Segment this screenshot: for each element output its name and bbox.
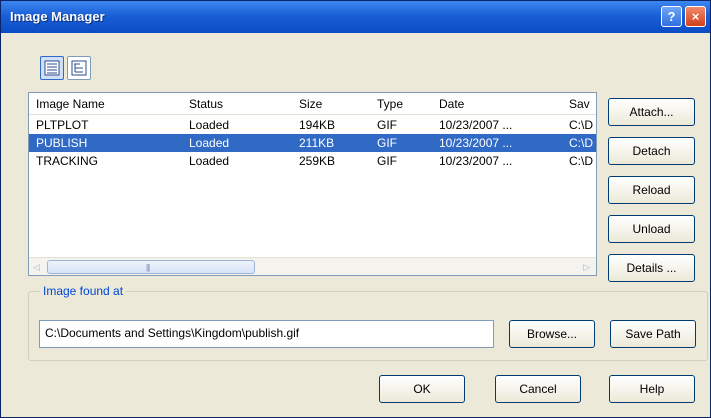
image-list[interactable]: Image Name Status Size Type Date Sav PLT… bbox=[28, 92, 597, 276]
scroll-right-icon[interactable]: ▷ bbox=[583, 262, 590, 273]
cell-status: Loaded bbox=[189, 118, 230, 132]
help-icon: ? bbox=[667, 9, 676, 24]
cell-size: 259KB bbox=[299, 154, 336, 168]
browse-button[interactable]: Browse... bbox=[509, 320, 595, 348]
cell-size: 194KB bbox=[299, 118, 336, 132]
table-row[interactable]: TRACKING Loaded 259KB GIF 10/23/2007 ...… bbox=[29, 152, 596, 170]
cell-type: GIF bbox=[377, 136, 397, 150]
column-header-image-name[interactable]: Image Name bbox=[36, 97, 176, 111]
cell-saved-path: C:\D bbox=[569, 118, 593, 132]
ok-button[interactable]: OK bbox=[379, 375, 465, 403]
save-path-button[interactable]: Save Path bbox=[610, 320, 696, 348]
cancel-button[interactable]: Cancel bbox=[495, 375, 581, 403]
table-row[interactable]: PLTPLOT Loaded 194KB GIF 10/23/2007 ... … bbox=[29, 116, 596, 134]
cell-image-name: PUBLISH bbox=[36, 136, 88, 150]
detach-button[interactable]: Detach bbox=[608, 137, 695, 165]
image-path-field[interactable]: C:\Documents and Settings\Kingdom\publis… bbox=[39, 320, 494, 348]
cell-saved-path: C:\D bbox=[569, 154, 593, 168]
image-found-label: Image found at bbox=[40, 284, 127, 298]
column-header-date[interactable]: Date bbox=[439, 97, 559, 111]
cell-date: 10/23/2007 ... bbox=[439, 154, 513, 168]
table-row-selected[interactable]: PUBLISH Loaded 211KB GIF 10/23/2007 ... … bbox=[29, 134, 596, 152]
window-title: Image Manager bbox=[10, 9, 105, 24]
image-found-group: Image found at C:\Documents and Settings… bbox=[28, 284, 708, 361]
column-header-status[interactable]: Status bbox=[189, 97, 279, 111]
list-view-button[interactable] bbox=[40, 56, 64, 80]
tree-view-icon bbox=[71, 60, 87, 76]
cell-status: Loaded bbox=[189, 154, 230, 168]
column-header-type[interactable]: Type bbox=[377, 97, 427, 111]
scrollbar-thumb[interactable]: ||| bbox=[47, 260, 255, 274]
cell-saved-path: C:\D bbox=[569, 136, 593, 150]
unload-button[interactable]: Unload bbox=[608, 215, 695, 243]
scroll-left-icon[interactable]: ◁ bbox=[33, 262, 40, 273]
grip-icon: ||| bbox=[146, 263, 150, 272]
image-manager-dialog: Image Manager ? × Image Name Status Size… bbox=[0, 0, 711, 418]
title-bar[interactable]: Image Manager ? × bbox=[1, 1, 710, 33]
list-view-icon bbox=[44, 60, 60, 76]
details-button[interactable]: Details ... bbox=[608, 254, 695, 282]
column-header-size[interactable]: Size bbox=[299, 97, 369, 111]
list-header: Image Name Status Size Type Date Sav bbox=[29, 93, 596, 115]
help-title-button[interactable]: ? bbox=[661, 6, 682, 27]
cell-image-name: TRACKING bbox=[36, 154, 99, 168]
cell-type: GIF bbox=[377, 154, 397, 168]
cell-type: GIF bbox=[377, 118, 397, 132]
cell-size: 211KB bbox=[299, 136, 335, 150]
reload-button[interactable]: Reload bbox=[608, 176, 695, 204]
cell-date: 10/23/2007 ... bbox=[439, 136, 513, 150]
tree-view-button[interactable] bbox=[67, 56, 91, 80]
close-icon: × bbox=[691, 9, 700, 24]
column-header-saved-path[interactable]: Sav bbox=[569, 97, 595, 111]
cell-status: Loaded bbox=[189, 136, 230, 150]
help-button[interactable]: Help bbox=[609, 375, 695, 403]
horizontal-scrollbar[interactable]: ◁ ||| ▷ bbox=[29, 257, 596, 275]
cell-image-name: PLTPLOT bbox=[36, 118, 89, 132]
cell-date: 10/23/2007 ... bbox=[439, 118, 513, 132]
close-button[interactable]: × bbox=[685, 6, 706, 27]
attach-button[interactable]: Attach... bbox=[608, 98, 695, 126]
